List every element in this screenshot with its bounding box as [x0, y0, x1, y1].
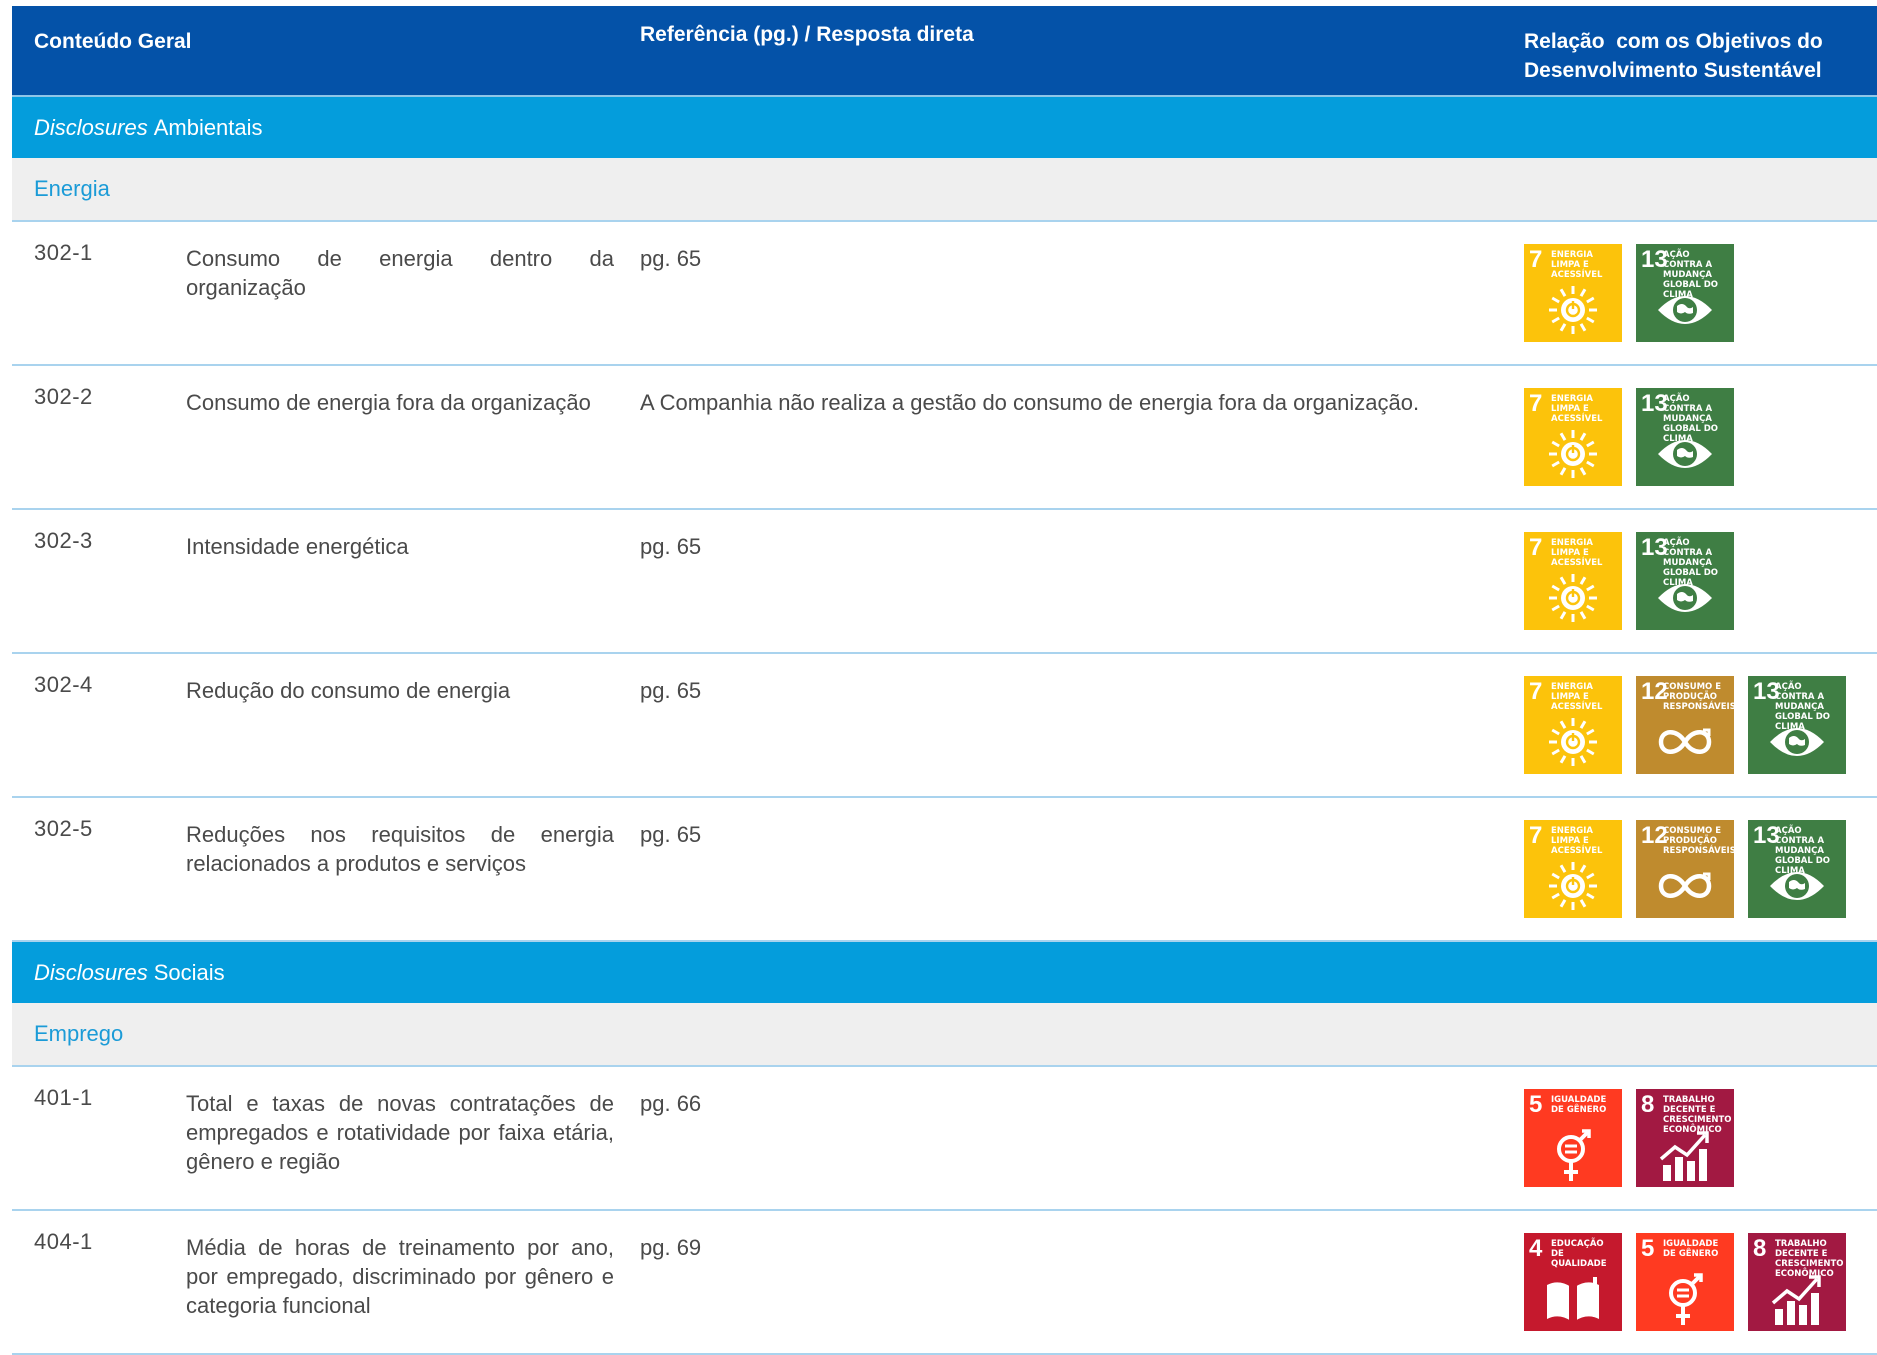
disclosure-reference: pg. 65: [640, 246, 702, 271]
disclosure-reference: A Companhia não realiza a gestão do cons…: [640, 390, 1420, 415]
sdg-number: 8: [1753, 1235, 1767, 1262]
section-header: Disclosures Sociais: [12, 942, 1877, 1003]
sdg-icons: 7 ENERGIA LIMPA E ACESSÍVEL 13 AÇÃO CONT…: [1524, 388, 1734, 486]
sdg-13-badge: 13 AÇÃO CONTRA A MUDANÇA GLOBAL DO CLIMA: [1636, 532, 1734, 630]
disclosure-code: 302-2: [34, 384, 93, 409]
sdg-number: 7: [1529, 390, 1543, 417]
sdg-12-badge: 12 CONSUMO E PRODUÇÃO RESPONSÁVEIS: [1636, 676, 1734, 774]
sdg-icons: 7 ENERGIA LIMPA E ACESSÍVEL 12 CONSUMO E…: [1524, 676, 1846, 774]
sdg-7-badge: 7 ENERGIA LIMPA E ACESSÍVEL: [1524, 388, 1622, 486]
table-header: Conteúdo Geral Referência (pg.) / Respos…: [12, 6, 1877, 97]
section-header: Disclosures Ambientais: [12, 97, 1877, 158]
sdg-label: ENERGIA LIMPA E ACESSÍVEL: [1551, 394, 1603, 424]
sdg-icons: 7 ENERGIA LIMPA E ACESSÍVEL 13 AÇÃO CONT…: [1524, 244, 1734, 342]
header-general-content: Conteúdo Geral: [34, 30, 192, 53]
disclosure-code: 404-1: [34, 1229, 93, 1254]
sdg-13-badge: 13 AÇÃO CONTRA A MUDANÇA GLOBAL DO CLIMA: [1636, 244, 1734, 342]
disclosure-description: Consumo de energia dentro da organização: [186, 246, 614, 300]
gri-table: Conteúdo Geral Referência (pg.) / Respos…: [12, 6, 1877, 1355]
subsection-header: Energia: [12, 158, 1877, 222]
section-title-italic: Disclosures: [34, 959, 148, 985]
sdg-label: EDUCAÇÃO DE QUALIDADE: [1551, 1239, 1607, 1269]
section-title: Sociais: [153, 959, 225, 985]
sdg-label: CONSUMO E PRODUÇÃO RESPONSÁVEIS: [1663, 682, 1734, 712]
sdg-7-badge: 7 ENERGIA LIMPA E ACESSÍVEL: [1524, 244, 1622, 342]
disclosure-code: 401-1: [34, 1085, 93, 1110]
sdg-icons: 5 IGUALDADE DE GÊNERO 8 TRABALHO DECENTE…: [1524, 1089, 1734, 1187]
sdg-number: 8: [1641, 1091, 1655, 1118]
sdg-number: 7: [1529, 678, 1543, 705]
section-title-italic: Disclosures: [34, 114, 148, 140]
sdg-icons: 4 EDUCAÇÃO DE QUALIDADE 5 IGUALDADE DE G…: [1524, 1233, 1846, 1331]
disclosure-description: Redução do consumo de energia: [186, 678, 511, 703]
sdg-7-badge: 7 ENERGIA LIMPA E ACESSÍVEL: [1524, 820, 1622, 918]
disclosure-description: Média de horas de treinamento por ano, p…: [186, 1235, 614, 1318]
header-reference: Referência (pg.) / Resposta direta: [640, 23, 974, 46]
sdg-icons: 7 ENERGIA LIMPA E ACESSÍVEL 13 AÇÃO CONT…: [1524, 532, 1734, 630]
sdg-number: 7: [1529, 534, 1543, 561]
sdg-number: 4: [1529, 1235, 1543, 1262]
sdg-label: ENERGIA LIMPA E ACESSÍVEL: [1551, 250, 1603, 280]
disclosure-code: 302-5: [34, 816, 93, 841]
sdg-icons: 7 ENERGIA LIMPA E ACESSÍVEL 12 CONSUMO E…: [1524, 820, 1846, 918]
table-row: 302-4 Redução do consumo de energia pg. …: [12, 654, 1877, 798]
sdg-8-badge: 8 TRABALHO DECENTE E CRESCIMENTO ECONÔMI…: [1748, 1233, 1846, 1331]
disclosure-code: 302-4: [34, 672, 93, 697]
header-sdg-line1: Relação com os Objetivos do: [1524, 30, 1823, 53]
sdg-8-badge: 8 TRABALHO DECENTE E CRESCIMENTO ECONÔMI…: [1636, 1089, 1734, 1187]
sdg-label: CONSUMO E PRODUÇÃO RESPONSÁVEIS: [1663, 826, 1734, 856]
table-row: 404-1 Média de horas de treinamento por …: [12, 1211, 1877, 1355]
sdg-number: 5: [1529, 1091, 1543, 1118]
table-row: 302-5 Reduções nos requisitos de energia…: [12, 798, 1877, 942]
sdg-label: IGUALDADE DE GÊNERO: [1551, 1095, 1607, 1115]
sdg-number: 7: [1529, 246, 1543, 273]
sdg-13-badge: 13 AÇÃO CONTRA A MUDANÇA GLOBAL DO CLIMA: [1748, 676, 1846, 774]
table-body: Disclosures Ambientais Energia 302-1 Consu…: [12, 97, 1877, 1355]
sdg-5-badge: 5 IGUALDADE DE GÊNERO: [1524, 1089, 1622, 1187]
section-title: Ambientais: [153, 114, 263, 140]
table-row: 302-3 Intensidade energética pg. 65 7 EN…: [12, 510, 1877, 654]
disclosure-reference: pg. 66: [640, 1091, 702, 1116]
disclosure-description: Intensidade energética: [186, 534, 409, 559]
sdg-number: 7: [1529, 822, 1543, 849]
sdg-13-badge: 13 AÇÃO CONTRA A MUDANÇA GLOBAL DO CLIMA: [1636, 388, 1734, 486]
table-row: 401-1 Total e taxas de novas contrataçõe…: [12, 1067, 1877, 1211]
sdg-label: ENERGIA LIMPA E ACESSÍVEL: [1551, 682, 1603, 712]
sdg-label: ENERGIA LIMPA E ACESSÍVEL: [1551, 538, 1603, 568]
disclosure-code: 302-3: [34, 528, 93, 553]
disclosure-description: Reduções nos requisitos de energia relac…: [186, 822, 614, 876]
sdg-7-badge: 7 ENERGIA LIMPA E ACESSÍVEL: [1524, 676, 1622, 774]
sdg-7-badge: 7 ENERGIA LIMPA E ACESSÍVEL: [1524, 532, 1622, 630]
sdg-label: IGUALDADE DE GÊNERO: [1663, 1239, 1719, 1259]
sdg-4-badge: 4 EDUCAÇÃO DE QUALIDADE: [1524, 1233, 1622, 1331]
disclosure-reference: pg. 69: [640, 1235, 702, 1260]
sdg-12-badge: 12 CONSUMO E PRODUÇÃO RESPONSÁVEIS: [1636, 820, 1734, 918]
sdg-label: ENERGIA LIMPA E ACESSÍVEL: [1551, 826, 1603, 856]
table-row: 302-2 Consumo de energia fora da organiz…: [12, 366, 1877, 510]
disclosure-description: Total e taxas de novas contratações de e…: [186, 1091, 614, 1174]
table-row: 302-1 Consumo de energia dentro da organ…: [12, 222, 1877, 366]
disclosure-description: Consumo de energia fora da organização: [186, 390, 591, 415]
disclosure-reference: pg. 65: [640, 534, 702, 559]
header-sdg-line2: Desenvolvimento Sustentável: [1524, 59, 1822, 82]
disclosure-reference: pg. 65: [640, 678, 702, 703]
sdg-number: 5: [1641, 1235, 1655, 1262]
sdg-13-badge: 13 AÇÃO CONTRA A MUDANÇA GLOBAL DO CLIMA: [1748, 820, 1846, 918]
disclosure-code: 302-1: [34, 240, 93, 265]
subsection-header: Emprego: [12, 1003, 1877, 1067]
disclosure-reference: pg. 65: [640, 822, 702, 847]
header-sdg-relation: Relação com os Objetivos do Desenvolvime…: [1524, 27, 1864, 85]
sdg-5-badge: 5 IGUALDADE DE GÊNERO: [1636, 1233, 1734, 1331]
